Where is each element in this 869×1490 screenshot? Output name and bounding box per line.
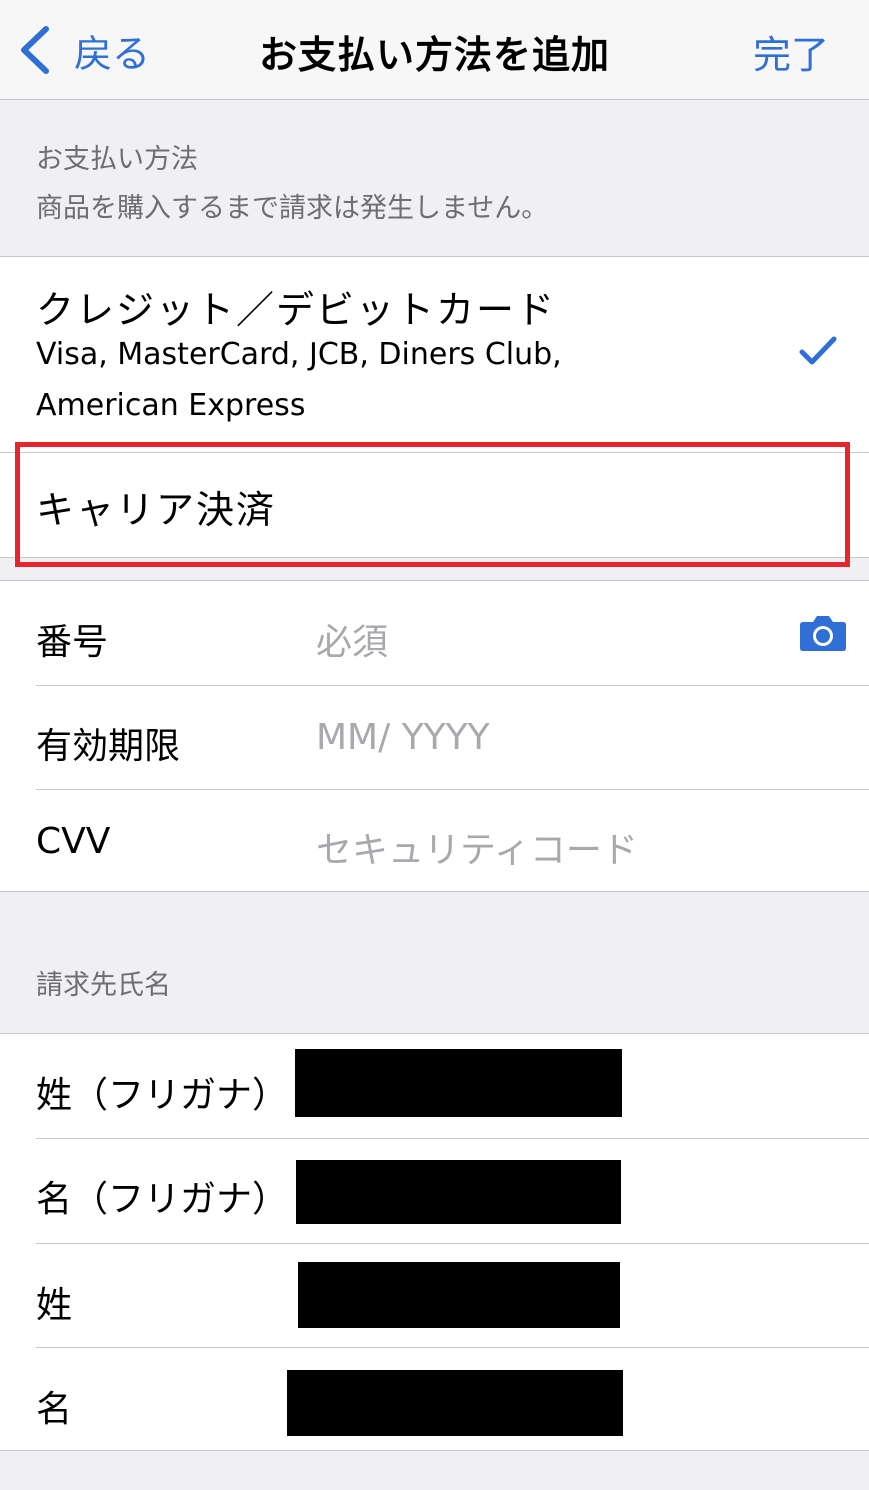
first-name-kana-label: 名（フリガナ） bbox=[36, 1179, 289, 1220]
credit-card-brands-line1: Visa, MasterCard, JCB, Diners Club, bbox=[36, 337, 562, 372]
divider bbox=[36, 1138, 869, 1139]
first-name-label: 名 bbox=[36, 1389, 73, 1430]
cvv-input[interactable]: セキュリティコード bbox=[316, 821, 638, 873]
payment-option-credit-card[interactable]: クレジット／デビットカード Visa, MasterCard, JCB, Din… bbox=[0, 257, 869, 452]
divider bbox=[36, 1243, 869, 1244]
highlight-box bbox=[15, 442, 850, 567]
first-name-input[interactable] bbox=[287, 1370, 623, 1436]
payment-section-note: 商品を購入するまで請求は発生しません。 bbox=[36, 193, 549, 224]
card-fields-group: 番号 必須 有効期限 MM/ YYYY CVV セキュリティコード bbox=[0, 580, 869, 892]
last-name-label: 姓 bbox=[36, 1285, 73, 1326]
card-number-label: 番号 bbox=[36, 622, 109, 663]
expiry-label: 有効期限 bbox=[36, 726, 181, 767]
billing-name-group: 姓（フリガナ） 名（フリガナ） 姓 名 bbox=[0, 1033, 869, 1451]
credit-card-brands-line2: American Express bbox=[36, 388, 306, 423]
last-name-kana-input[interactable] bbox=[295, 1049, 622, 1117]
card-number-input[interactable]: 必須 bbox=[316, 613, 388, 665]
page-title: お支払い方法を追加 bbox=[258, 33, 610, 77]
divider bbox=[36, 685, 869, 686]
done-button[interactable]: 完了 bbox=[753, 24, 829, 79]
payment-section-header: お支払い方法 bbox=[36, 144, 198, 175]
credit-card-option-title: クレジット／デビットカード bbox=[36, 288, 557, 332]
checkmark-icon bbox=[799, 336, 837, 365]
camera-icon[interactable] bbox=[799, 612, 847, 652]
first-name-kana-input[interactable] bbox=[296, 1160, 621, 1224]
billing-section-header: 請求先氏名 bbox=[36, 970, 171, 1001]
navigation-bar: 戻る お支払い方法を追加 完了 bbox=[0, 0, 869, 100]
expiry-input[interactable]: MM/ YYYY bbox=[316, 717, 490, 758]
last-name-kana-label: 姓（フリガナ） bbox=[36, 1075, 289, 1116]
divider bbox=[36, 1347, 869, 1348]
divider bbox=[36, 789, 869, 790]
last-name-input[interactable] bbox=[298, 1262, 620, 1328]
cvv-label: CVV bbox=[36, 821, 111, 862]
